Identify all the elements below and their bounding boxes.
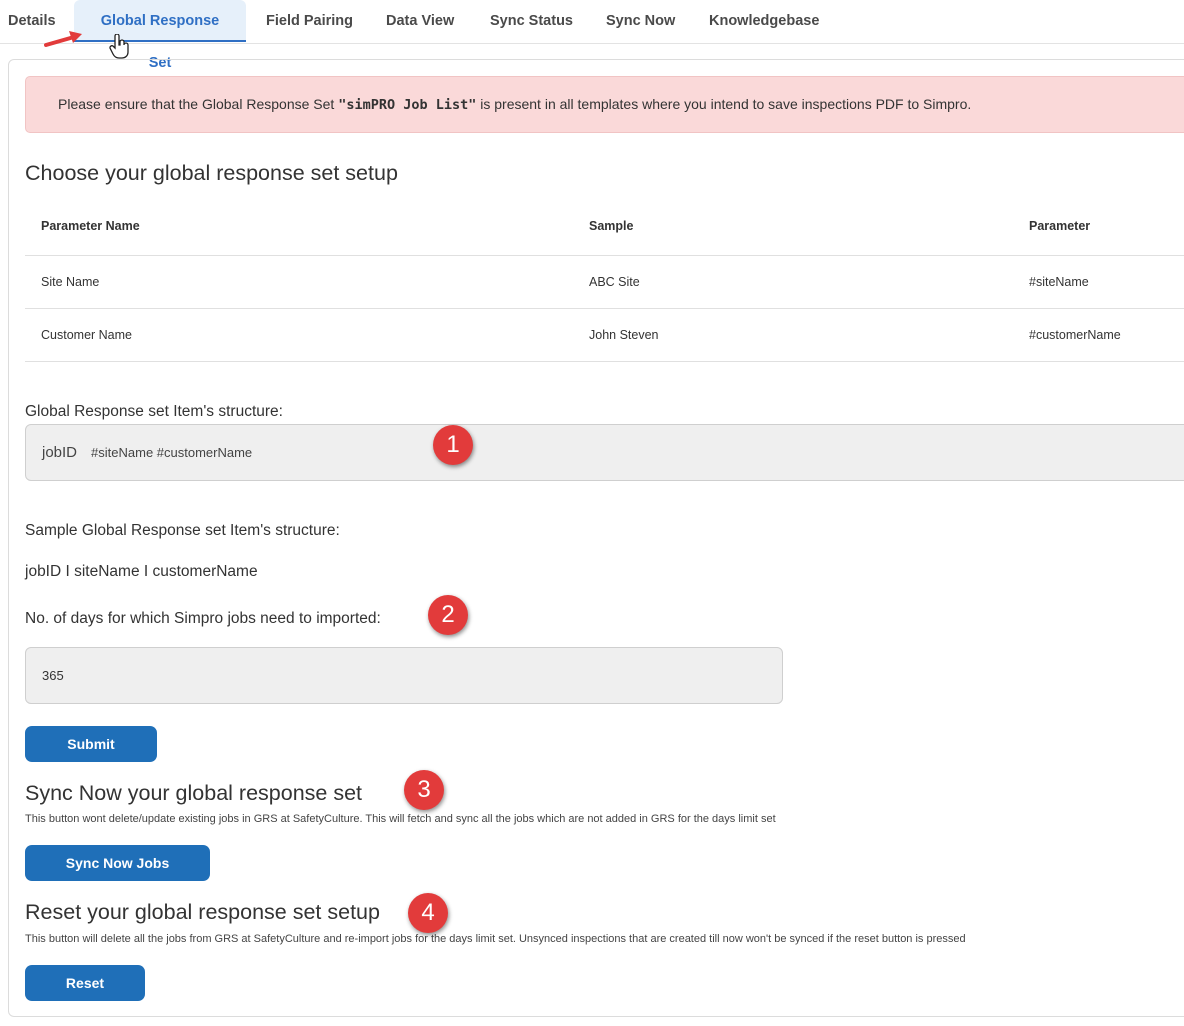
table-header-row: Parameter Name Sample Parameter: [25, 200, 1184, 256]
tab-sync-now[interactable]: Sync Now: [590, 0, 691, 42]
table-cell: John Steven: [589, 328, 659, 342]
alert-prefix: Please ensure that the Global Response S…: [58, 96, 339, 112]
hand-cursor-icon: [109, 34, 129, 59]
annotation-badge-4: 4: [408, 893, 448, 933]
days-input[interactable]: [26, 648, 782, 703]
annotation-badge-3: 3: [404, 770, 444, 810]
alert-highlight: "simPRO Job List": [338, 97, 477, 113]
days-field[interactable]: [25, 647, 783, 704]
structure-field[interactable]: jobID #siteName #customerName: [25, 424, 1184, 481]
alert-banner: Please ensure that the Global Response S…: [25, 76, 1184, 133]
annotation-badge-2: 2: [428, 595, 468, 635]
tab-knowledgebase[interactable]: Knowledgebase: [693, 0, 835, 42]
submit-button[interactable]: Submit: [25, 726, 157, 762]
days-label: No. of days for which Simpro jobs need t…: [25, 610, 381, 627]
tab-bar: Details Global Response Set Field Pairin…: [0, 0, 1184, 71]
tab-data-view[interactable]: Data View: [370, 0, 470, 42]
setup-title: Choose your global response set setup: [25, 161, 398, 185]
column-header: Sample: [589, 219, 634, 233]
reset-button[interactable]: Reset: [25, 965, 145, 1001]
table-cell: ABC Site: [589, 275, 640, 289]
red-arrow-icon: [44, 31, 82, 47]
table-row: Site Name ABC Site #siteName: [25, 256, 1184, 309]
structure-token-job[interactable]: jobID: [42, 444, 77, 461]
structure-token-params[interactable]: #siteName #customerName: [91, 445, 252, 460]
sample-label: Sample Global Response set Item's struct…: [25, 522, 340, 539]
sync-now-jobs-button[interactable]: Sync Now Jobs: [25, 845, 210, 881]
table-cell: Site Name: [41, 275, 100, 289]
sample-value: jobID I siteName I customerName: [25, 563, 258, 580]
table-cell: Customer Name: [41, 328, 132, 342]
parameter-table: Parameter Name Sample Parameter Site Nam…: [25, 200, 1184, 362]
sync-title: Sync Now your global response set: [25, 781, 363, 805]
alert-suffix: is present in all templates where you in…: [476, 96, 972, 112]
structure-label: Global Response set Item's structure:: [25, 403, 283, 420]
table-row: Customer Name John Steven #customerName: [25, 309, 1184, 362]
reset-note: This button will delete all the jobs fro…: [25, 933, 966, 945]
table-cell: #customerName: [1029, 328, 1121, 342]
tab-field-pairing[interactable]: Field Pairing: [250, 0, 369, 42]
annotation-badge-1: 1: [433, 425, 473, 465]
tab-sync-status[interactable]: Sync Status: [474, 0, 589, 42]
tab-global-response-set[interactable]: Global Response Set: [74, 0, 246, 71]
column-header: Parameter Name: [41, 219, 140, 233]
table-cell: #siteName: [1029, 275, 1089, 289]
reset-title: Reset your global response set setup: [25, 900, 380, 924]
column-header: Parameter: [1029, 219, 1091, 233]
sync-note: This button wont delete/update existing …: [25, 813, 776, 825]
